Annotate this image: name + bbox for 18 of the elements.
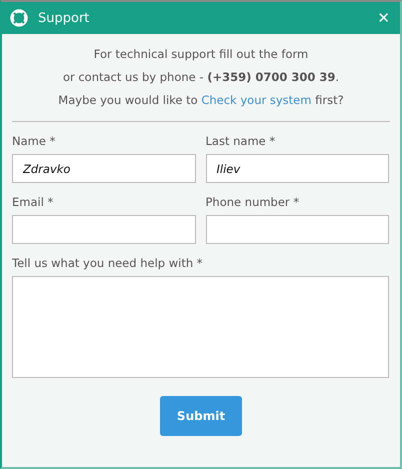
field-label: Email * <box>12 195 54 209</box>
phone-text: or contact us by phone - (+359) 0700 300 39. <box>62 69 340 85</box>
field-label: Tell us what you need help with * <box>12 256 204 270</box>
input-field[interactable]: Iliev <box>206 154 389 183</box>
check-system-link[interactable]: Check your system <box>201 93 312 107</box>
field-label: Name * <box>12 134 56 148</box>
input-field[interactable]: Zdravko <box>12 154 196 183</box>
close-button[interactable]: ✕ <box>375 9 392 27</box>
lifebuoy-icon <box>10 9 28 27</box>
field-label: Last name * <box>206 134 276 148</box>
submit-button[interactable]: Submit <box>160 396 242 436</box>
field-label: Phone number * <box>206 195 300 209</box>
message-field[interactable] <box>12 276 389 378</box>
input-field[interactable] <box>206 215 389 244</box>
intro-text: For technical support fill out the form <box>94 46 308 62</box>
window-title: Support <box>38 10 90 26</box>
check-system-text: Maybe you would like to Check your system first? <box>58 92 344 108</box>
input-field[interactable] <box>12 215 196 244</box>
